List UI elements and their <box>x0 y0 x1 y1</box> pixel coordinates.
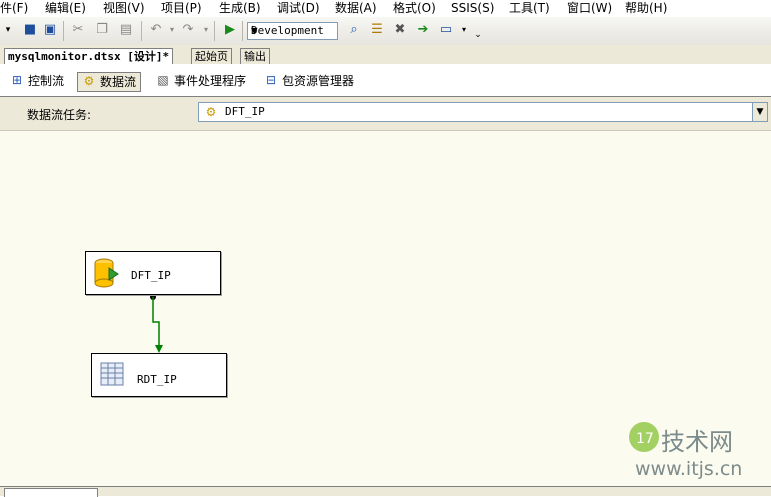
database-source-icon <box>94 258 119 288</box>
save-icon[interactable]: ■ <box>22 22 38 38</box>
tab-mysqlmonitor-design[interactable]: mysqlmonitor.dtsx [设计]* <box>4 48 174 64</box>
tab-control-flow[interactable]: ⊞ 控制流 <box>6 72 68 90</box>
menu-view[interactable]: 视图(V) <box>103 1 145 15</box>
data-flow-task-value: DFT_IP <box>225 105 265 118</box>
source-component[interactable]: DFT_IP <box>85 251 221 295</box>
designer-tab-strip: ⊞ 控制流 ⚙ 数据流 ▧ 事件处理程序 ⊟ 包资源管理器 <box>0 64 771 97</box>
redo-icon[interactable]: ↷ <box>180 22 196 38</box>
menu-help[interactable]: 帮助(H) <box>625 1 667 15</box>
paste-icon[interactable]: ▤ <box>118 22 134 38</box>
toolbar-options-icon[interactable]: ⌄ <box>470 27 486 43</box>
menu-format[interactable]: 格式(O) <box>393 1 436 15</box>
toolbox-icon[interactable]: ✖ <box>392 22 408 38</box>
svg-text:17: 17 <box>636 431 654 447</box>
watermark-site-name: 技术网 <box>661 428 733 456</box>
undo-dropdown-icon[interactable]: ▾ <box>164 22 180 38</box>
data-path[interactable] <box>152 297 160 347</box>
destination-component-label: RDT_IP <box>137 373 177 386</box>
copy-icon[interactable]: ❐ <box>94 22 110 38</box>
event-handler-icon: ▧ <box>157 73 169 87</box>
menu-ssis[interactable]: SSIS(S) <box>451 1 494 15</box>
destination-component[interactable]: RDT_IP <box>91 353 227 397</box>
menu-edit[interactable]: 编辑(E) <box>45 1 86 15</box>
source-component-label: DFT_IP <box>131 269 171 282</box>
command-window-icon[interactable]: ▭ <box>438 22 454 38</box>
data-flow-task-bar: 数据流任务: ⚙ DFT_IP ▼ <box>0 97 771 131</box>
bottom-tab[interactable] <box>4 488 98 497</box>
tab-control-flow-label: 控制流 <box>28 74 65 88</box>
tab-output[interactable]: 输出 <box>240 48 270 64</box>
chevron-down-icon[interactable]: ▼ <box>251 24 335 37</box>
data-flow-task-combo[interactable]: ⚙ DFT_IP ▼ <box>198 102 768 122</box>
tab-package-explorer-label: 包资源管理器 <box>282 74 355 88</box>
menu-tools[interactable]: 工具(T) <box>509 1 550 15</box>
toolbar-separator <box>242 21 243 41</box>
watermark-url: www.itjs.cn <box>635 458 743 480</box>
menu-build[interactable]: 生成(B) <box>219 1 261 15</box>
data-flow-task-icon: ⚙ <box>205 105 217 119</box>
standard-toolbar: ▾ ■ ▣ ✂ ❐ ▤ ↶ ▾ ↷ ▾ ▶ ⌕ ☰ ✖ ➔ ▭ ▾ ⌄ <box>0 17 771 46</box>
menu-bar: 件(F) 编辑(E) 视图(V) 项目(P) 生成(B) 调试(D) 数据(A)… <box>0 0 771 16</box>
package-explorer-icon: ⊟ <box>265 73 277 87</box>
data-flow-task-label: 数据流任务: <box>27 108 92 122</box>
toolbar-separator <box>63 21 64 41</box>
watermark-logo-icon: 17 <box>629 422 659 452</box>
path-arrow-icon <box>155 345 163 353</box>
menu-window[interactable]: 窗口(W) <box>567 1 612 15</box>
data-flow-icon: ⚙ <box>83 74 95 88</box>
tab-start-page[interactable]: 起始页 <box>191 48 232 64</box>
toolbar-separator <box>214 21 215 41</box>
designer-icon[interactable]: ➔ <box>415 22 431 38</box>
menu-data[interactable]: 数据(A) <box>335 1 377 15</box>
redo-dropdown-icon[interactable]: ▾ <box>198 22 214 38</box>
solution-explorer-icon[interactable]: ⌕ <box>346 22 362 38</box>
cut-icon[interactable]: ✂ <box>70 22 86 38</box>
chevron-down-icon[interactable]: ▼ <box>752 103 767 121</box>
save-all-icon[interactable]: ▣ <box>42 22 58 38</box>
tab-event-handlers[interactable]: ▧ 事件处理程序 <box>152 72 250 90</box>
site-watermark: 17 技术网 www.itjs.cn <box>625 418 771 486</box>
tab-data-flow[interactable]: ⚙ 数据流 <box>77 72 142 92</box>
dropdown-icon[interactable]: ▾ <box>0 22 16 38</box>
menu-file[interactable]: 件(F) <box>0 1 28 15</box>
document-tab-strip: mysqlmonitor.dtsx [设计]* 起始页 输出 <box>0 45 771 65</box>
undo-icon[interactable]: ↶ <box>148 22 164 38</box>
tab-package-explorer[interactable]: ⊟ 包资源管理器 <box>260 72 358 90</box>
toolbar-separator <box>141 21 142 41</box>
solution-configuration-combo[interactable]: Development ▼ <box>247 22 338 40</box>
control-flow-icon: ⊞ <box>11 73 23 87</box>
menu-project[interactable]: 项目(P) <box>161 1 202 15</box>
tab-event-handlers-label: 事件处理程序 <box>174 74 247 88</box>
tab-data-flow-label: 数据流 <box>100 75 137 89</box>
properties-icon[interactable]: ☰ <box>369 22 385 38</box>
start-icon[interactable]: ▶ <box>222 22 238 38</box>
table-destination-icon <box>100 362 124 386</box>
menu-debug[interactable]: 调试(D) <box>277 1 320 15</box>
